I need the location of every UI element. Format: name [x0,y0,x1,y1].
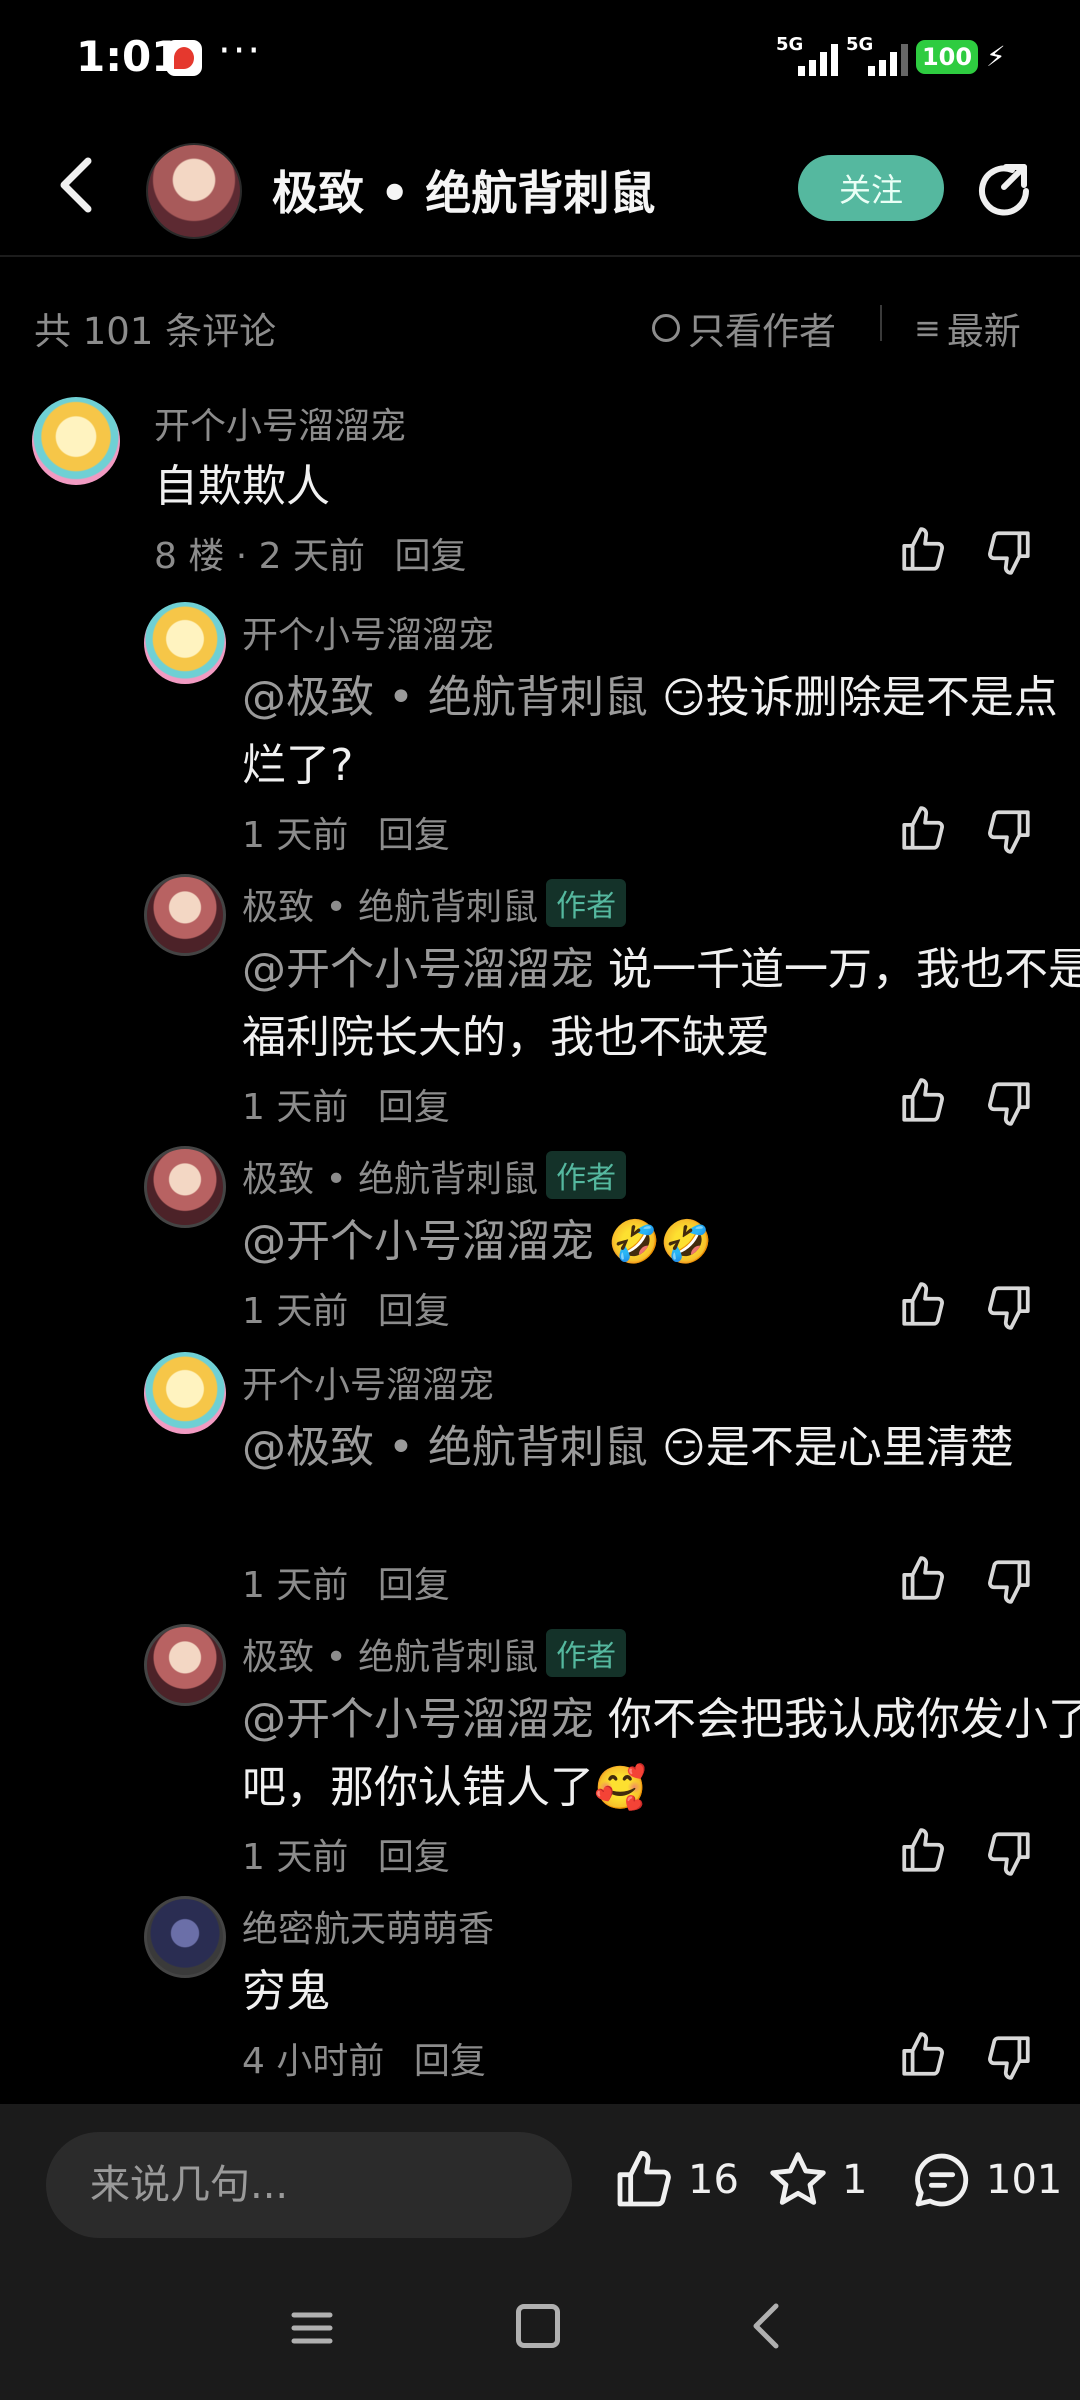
follow-button[interactable]: 关注 [798,155,944,221]
comment-toolbar: 共 101 条评论 只看作者 ≡ 最新 [0,255,1080,385]
dislike-icon[interactable] [984,1828,1034,1878]
reply-button[interactable]: 回复 [378,815,450,856]
comment-text: @极致 • 绝航背刺鼠 😏投诉删除是不是点烂了? [242,672,1058,791]
comment-author[interactable]: 极致 • 绝航背刺鼠 作者 [242,878,627,930]
system-nav-bar [0,2254,1080,2400]
author-badge: 作者 [546,1629,627,1677]
comment-meta: 1 天前 回复 [242,815,450,856]
author-avatar[interactable] [146,143,242,239]
map-app-notification-icon [166,40,202,76]
charging-icon: ⚡ [986,40,1006,73]
like-count: 16 [688,2157,739,2203]
avatar[interactable] [144,1146,226,1228]
divider [880,305,882,341]
like-stat-button[interactable]: 16 [612,2148,739,2212]
author-only-label: 只看作者 [688,310,836,353]
comment-stat-button[interactable]: 101 [910,2148,1062,2212]
battery-indicator: 100 [916,40,978,74]
comment-author[interactable]: 极致 • 绝航背刺鼠 作者 [242,1628,627,1680]
like-icon[interactable] [898,804,948,854]
dislike-icon[interactable] [984,806,1034,856]
page-header: 极致 • 绝航背刺鼠 关注 [0,115,1080,257]
bottom-action-bar: 来说几句... 16 1 101 [0,2104,1080,2254]
mention-link[interactable]: @极致 • 绝航背刺鼠 [242,1422,648,1473]
dislike-icon[interactable] [984,1556,1034,1606]
status-time: 1:01 [76,32,181,81]
sort-label: 最新 [946,310,1021,353]
share-icon[interactable] [976,161,1036,221]
comment-text: @极致 • 绝航背刺鼠 😏是不是心里清楚 [242,1422,1014,1473]
comment-input[interactable]: 来说几句... [46,2132,572,2238]
comment-meta: 1 天前 回复 [242,1291,450,1332]
star-icon [770,2152,826,2205]
like-icon[interactable] [898,1826,948,1876]
like-icon[interactable] [898,525,948,575]
comment-meta: 4 小时前 回复 [242,2041,486,2082]
sort-button[interactable]: ≡ 最新 [914,301,1021,355]
signal-5g-icon-2: 5G [846,34,916,76]
avatar[interactable] [144,1624,226,1706]
comment-text: @开个小号溜溜宠 你不会把我认成你发小了吧，那你认错人了🥰 [242,1694,1080,1813]
comment-text: 自欺欺人 [154,461,330,512]
mention-link[interactable]: @开个小号溜溜宠 [242,1694,594,1745]
comment-meta: 1 天前 回复 [242,1087,450,1128]
dislike-icon[interactable] [984,527,1034,577]
comment-text: 穷鬼 [242,1966,330,2017]
reply-button[interactable]: 回复 [378,1565,450,1606]
page-title[interactable]: 极致 • 绝航背刺鼠 [272,157,655,223]
dislike-icon[interactable] [984,1282,1034,1332]
mention-link[interactable]: @极致 • 绝航背刺鼠 [242,672,648,723]
reply-button[interactable]: 回复 [394,536,466,577]
avatar[interactable] [144,874,226,956]
heart-eyes-emoji-icon: 🥰 [594,1763,647,1812]
avatar[interactable] [144,1352,226,1434]
status-bar: 1:01 ··· 5G 5G 100 ⚡ [0,0,1080,115]
like-icon[interactable] [898,1554,948,1604]
avatar[interactable] [32,397,120,485]
comment-meta: 1 天前 回复 [242,1565,450,1606]
system-back-icon[interactable] [748,2302,784,2350]
author-only-filter[interactable]: 只看作者 [652,301,836,355]
comment-meta: 1 天前 回复 [242,1837,450,1878]
avatar[interactable] [144,602,226,684]
like-icon[interactable] [898,2030,948,2080]
comment-count-label: 共 101 条评论 [34,310,277,353]
reply-button[interactable]: 回复 [378,1291,450,1332]
signal-5g-icon-1: 5G [776,34,846,76]
favorite-stat-button[interactable]: 1 [766,2148,867,2212]
comment-author[interactable]: 开个小号溜溜宠 [242,606,494,658]
comment-text: @开个小号溜溜宠 说一千道一万，我也不是福利院长大的，我也不缺爱 [242,944,1080,1063]
comment-count: 101 [986,2157,1063,2203]
back-arrow-icon[interactable] [50,155,102,215]
author-badge: 作者 [546,1151,627,1199]
comment-author[interactable]: 开个小号溜溜宠 [154,397,406,449]
like-icon[interactable] [898,1076,948,1126]
comment-meta: 8 楼 · 2 天前 回复 [154,536,467,577]
thumbs-up-icon [617,2150,671,2207]
comment-author[interactable]: 极致 • 绝航背刺鼠 作者 [242,1150,627,1202]
comment-text: @开个小号溜溜宠 🤣🤣 [242,1208,1080,1276]
smirk-emoji-icon: 😏 [661,1423,706,1472]
rofl-emoji-icon: 🤣🤣 [608,1217,713,1266]
reply-button[interactable]: 回复 [378,1837,450,1878]
author-badge: 作者 [546,879,627,927]
recent-apps-icon[interactable] [290,2306,334,2350]
dislike-icon[interactable] [984,1078,1034,1128]
avatar[interactable] [144,1896,226,1978]
star-count: 1 [842,2157,868,2203]
home-icon[interactable] [516,2304,560,2348]
dislike-icon[interactable] [984,2032,1034,2082]
more-notifications-icon: ··· [218,28,263,74]
comment-author[interactable]: 绝密航天萌萌香 [242,1900,494,1952]
reply-button[interactable]: 回复 [414,2041,486,2082]
comment-bubble-icon [915,2153,969,2207]
like-icon[interactable] [898,1280,948,1330]
reply-button[interactable]: 回复 [378,1087,450,1128]
smirk-emoji-icon: 😏 [661,673,706,722]
mention-link[interactable]: @开个小号溜溜宠 [242,944,594,995]
mention-link[interactable]: @开个小号溜溜宠 [242,1216,594,1267]
sort-list-icon: ≡ [914,309,941,347]
radio-unchecked-icon[interactable] [652,314,680,342]
comment-author[interactable]: 开个小号溜溜宠 [242,1356,494,1408]
